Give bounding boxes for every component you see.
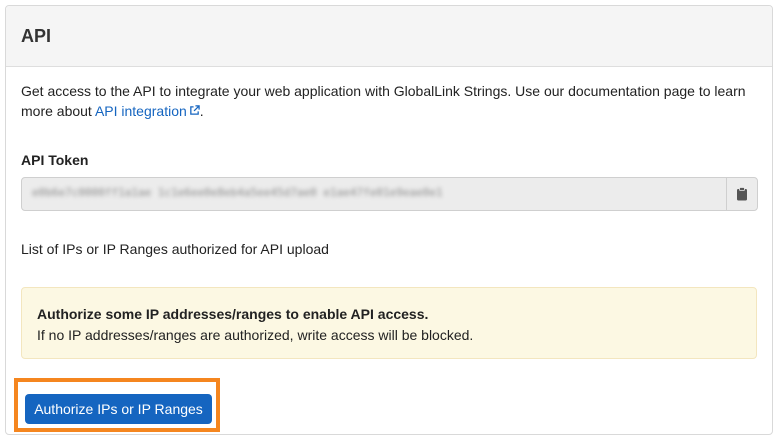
intro-paragraph: Get access to the API to integrate your … <box>21 81 761 121</box>
alert-title: Authorize some IP addresses/ranges to en… <box>37 306 429 322</box>
api-panel: API Get access to the API to integrate y… <box>5 5 773 435</box>
copy-token-button[interactable] <box>726 178 757 210</box>
api-token-value: e0b6e7c0000ff1a1ae 1c1e6ee0e8eb4a5ee45d7… <box>32 186 443 199</box>
intro-suffix: . <box>199 103 204 119</box>
alert-body: If no IP addresses/ranges are authorized… <box>37 327 474 343</box>
panel-header: API <box>6 6 772 67</box>
api-integration-link-label: API integration <box>94 103 187 119</box>
ip-warning-alert: Authorize some IP addresses/ranges to en… <box>21 287 757 359</box>
button-highlight-frame: Authorize IPs or IP Ranges <box>14 378 220 432</box>
api-token-field[interactable]: e0b6e7c0000ff1a1ae 1c1e6ee0e8eb4a5ee45d7… <box>21 177 758 211</box>
authorize-ips-button[interactable]: Authorize IPs or IP Ranges <box>25 394 212 424</box>
ip-ranges-label: List of IPs or IP Ranges authorized for … <box>21 241 329 257</box>
panel-title: API <box>21 26 52 46</box>
api-token-label: API Token <box>21 152 89 168</box>
external-link-icon <box>189 105 200 115</box>
clipboard-icon <box>737 187 747 201</box>
api-integration-link[interactable]: API integration <box>95 103 200 119</box>
